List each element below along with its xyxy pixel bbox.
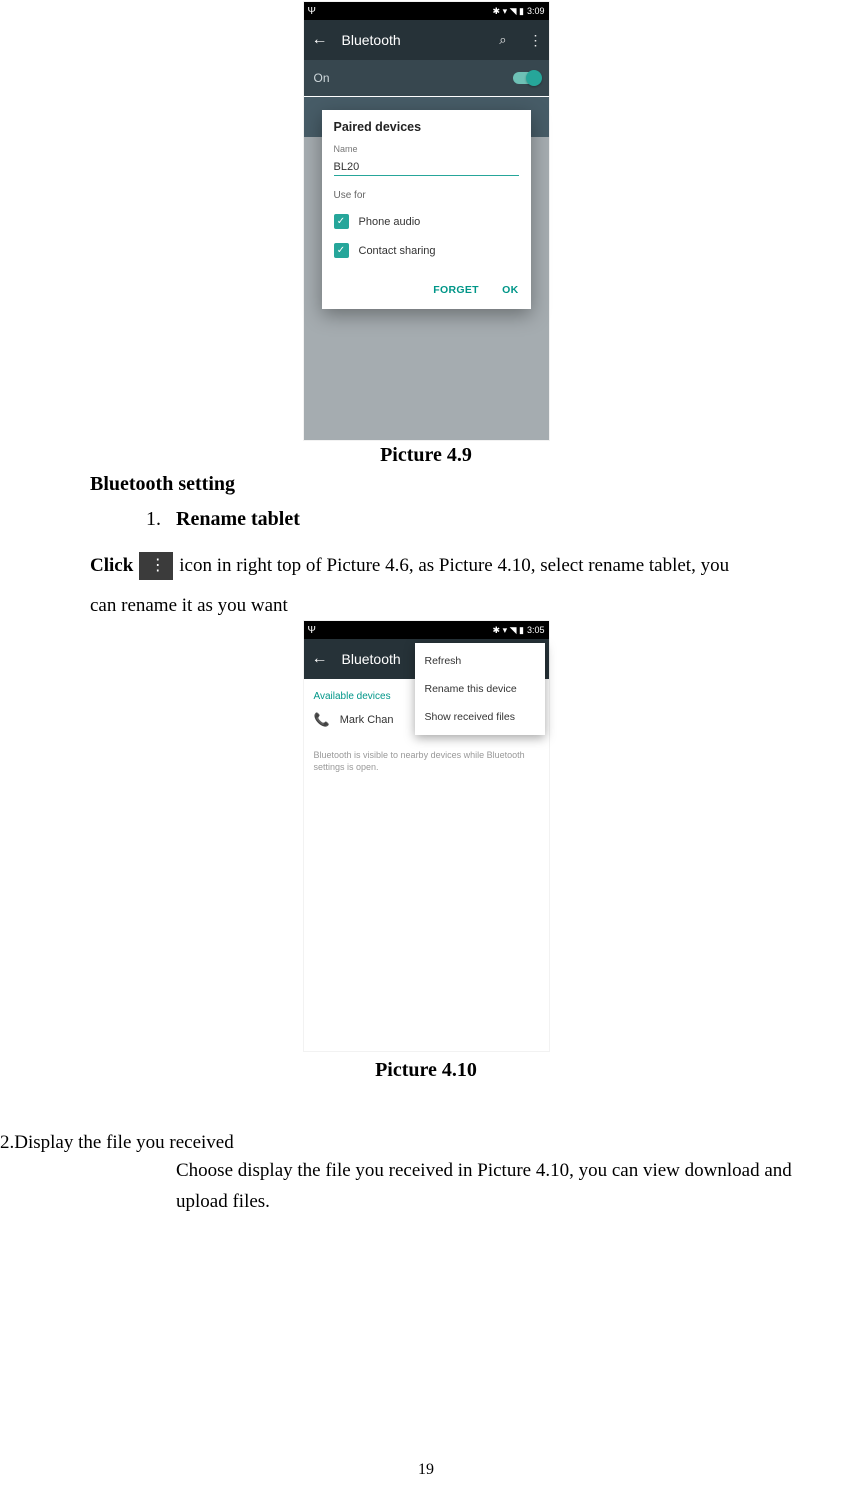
visibility-hint: Bluetooth is visible to nearby devices w… <box>304 734 549 789</box>
section-2-paragraph: Choose display the file you received in … <box>0 1156 852 1217</box>
click-text: icon in right top of Picture 4.6, as Pic… <box>179 551 729 581</box>
status-time: 3:09 <box>527 6 545 16</box>
overflow-icon[interactable]: ⋮ <box>529 32 541 49</box>
checkbox-checked-icon[interactable]: ✓ <box>334 214 349 229</box>
dialog-title: Paired devices <box>334 120 519 134</box>
device-name-input[interactable] <box>334 158 519 176</box>
click-text-cont: can rename it as you want <box>90 595 842 617</box>
bluetooth-on-row: On <box>304 60 549 96</box>
figure-caption: Picture 4.10 <box>0 1059 852 1082</box>
status-bar: Ψ ✱ ▾ ◥ ▮ 3:05 <box>304 621 549 639</box>
overflow-menu: Refresh Rename this device Show received… <box>415 643 545 735</box>
device-name: Mark Chan <box>340 714 394 726</box>
bluetooth-setting-heading: Bluetooth setting <box>90 473 842 496</box>
use-for-label: Use for <box>334 190 519 201</box>
ok-button[interactable]: OK <box>502 284 518 296</box>
menu-show-received-files[interactable]: Show received files <box>415 703 545 731</box>
status-icons: ✱ ▾ ◥ ▮ <box>493 625 524 636</box>
back-icon[interactable]: ← <box>312 31 328 49</box>
forget-button[interactable]: FORGET <box>433 284 479 296</box>
figure-4-10: Ψ ✱ ▾ ◥ ▮ 3:05 ← Bluetooth On Available … <box>304 621 549 1051</box>
figure-4-9: Ψ ✱ ▾ ◥ ▮ 3:09 ← Bluetooth ⌕ ⋮ On Paired… <box>304 2 549 440</box>
status-bar: Ψ ✱ ▾ ◥ ▮ 3:09 <box>304 2 549 20</box>
section-2-heading: 2.Display the file you received <box>0 1132 852 1154</box>
rename-tablet-heading: Rename tablet <box>176 508 300 530</box>
on-label: On <box>314 71 330 85</box>
menu-rename-device[interactable]: Rename this device <box>415 675 545 703</box>
click-label: Click <box>90 551 133 581</box>
phone-icon: 📞 <box>314 712 330 728</box>
checkbox-checked-icon[interactable]: ✓ <box>334 243 349 258</box>
status-time: 3:05 <box>527 625 545 635</box>
menu-refresh[interactable]: Refresh <box>415 647 545 675</box>
phone-audio-row[interactable]: ✓ Phone audio <box>334 207 519 236</box>
back-icon[interactable]: ← <box>312 650 328 668</box>
page-number: 19 <box>0 1461 852 1479</box>
usb-icon: Ψ <box>308 625 316 636</box>
app-bar: ← Bluetooth ⌕ ⋮ <box>304 20 549 60</box>
contact-sharing-row[interactable]: ✓ Contact sharing <box>334 236 519 265</box>
list-number: 1. <box>146 508 161 530</box>
appbar-title: Bluetooth <box>342 32 478 48</box>
name-label: Name <box>334 144 519 154</box>
contact-sharing-label: Contact sharing <box>359 245 436 257</box>
figure-caption: Picture 4.9 <box>0 444 852 467</box>
status-icons: ✱ ▾ ◥ ▮ <box>493 6 524 17</box>
overflow-menu-icon: ⋮ <box>139 552 173 580</box>
bluetooth-switch[interactable] <box>513 72 539 84</box>
phone-audio-label: Phone audio <box>359 216 421 228</box>
search-icon[interactable]: ⌕ <box>499 32 506 48</box>
usb-icon: Ψ <box>308 6 316 17</box>
paired-devices-dialog: Paired devices Name Use for ✓ Phone audi… <box>322 110 531 309</box>
